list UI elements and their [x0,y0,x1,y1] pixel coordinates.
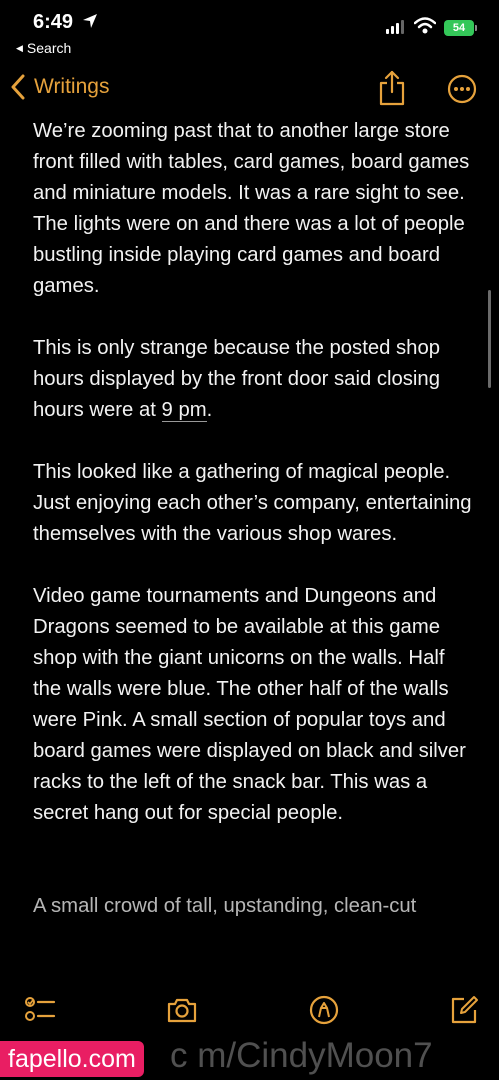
more-options-icon[interactable] [447,74,477,104]
checklist-icon[interactable] [24,994,56,1026]
note-paragraph: This is only strange because the posted … [33,333,473,426]
note-paragraph: We’re zooming past that to another large… [33,120,470,297]
scrollbar[interactable] [488,290,491,388]
note-text: . [206,399,213,421]
status-bar: 6:49 ◀ Search 54 [0,0,499,64]
note-paragraph: Video game tournaments and Dungeons and … [33,585,466,824]
watermark-badge: fapello.com [0,1041,144,1077]
back-to-app-label: Search [26,40,72,56]
note-paragraph: A small crowd of tall, upstanding, clean… [33,895,417,917]
nav-bar: Writings [0,64,499,116]
time-detected-link[interactable]: 9 pm [161,399,207,422]
watermark-text: c m/CindyMoon7 [170,1036,433,1075]
back-button-label: Writings [34,75,110,98]
chevron-left-icon [11,74,25,100]
battery-tip [475,25,477,31]
note-text: This is only strange because the posted … [33,337,441,421]
note-body[interactable]: We’re zooming past that to another large… [33,116,473,986]
wifi-icon [414,17,436,34]
camera-icon[interactable] [166,994,198,1026]
cellular-signal-icon [386,20,404,34]
markup-pen-icon[interactable] [308,994,340,1026]
battery-indicator: 54 [444,20,474,36]
status-time: 6:49 [33,11,74,33]
share-icon[interactable] [378,70,406,106]
back-triangle-icon: ◀ [16,42,23,53]
location-arrow-icon [83,14,97,28]
back-button[interactable]: Writings [10,74,109,100]
compose-icon[interactable] [448,994,480,1026]
back-to-app-link[interactable]: ◀ Search [16,40,71,56]
note-paragraph: This looked like a gathering of magical … [33,461,472,545]
